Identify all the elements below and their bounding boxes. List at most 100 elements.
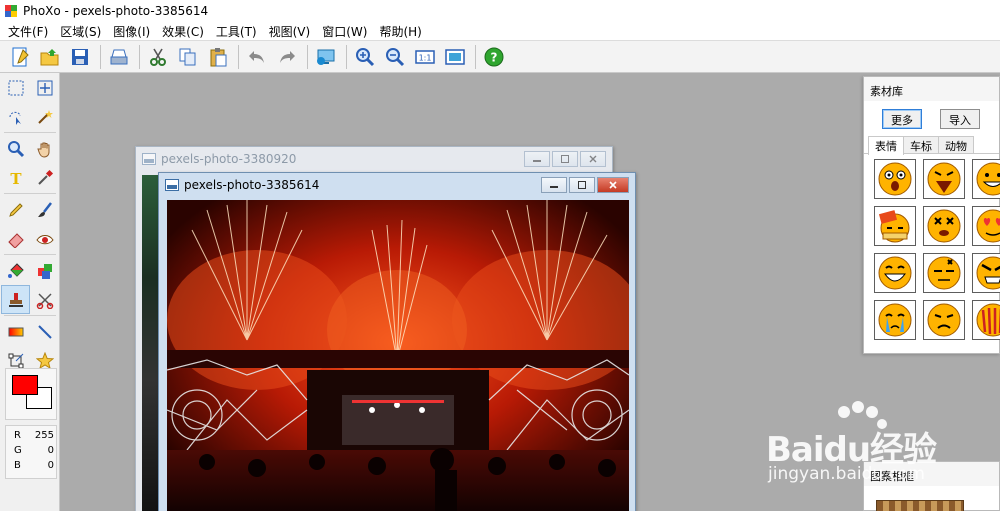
tool-separator <box>4 193 56 194</box>
emoji-item[interactable] <box>923 206 965 246</box>
color-replace-tool[interactable] <box>30 256 59 285</box>
emoji-item[interactable] <box>874 253 916 293</box>
zoom-out-icon <box>386 47 405 66</box>
text-tool-icon: T <box>10 170 22 187</box>
warp-tool[interactable] <box>30 285 59 314</box>
save-button[interactable] <box>66 43 94 71</box>
fill-tool[interactable] <box>1 256 30 285</box>
color-swatches <box>5 368 57 420</box>
emoji-item[interactable] <box>874 159 916 199</box>
line-tool[interactable] <box>30 317 59 346</box>
eraser-icon <box>7 232 24 248</box>
actual-size-button[interactable]: 1:1 <box>411 43 439 71</box>
help-button[interactable]: ? <box>480 43 508 71</box>
undo-icon <box>249 50 264 63</box>
emoji-item[interactable] <box>923 159 965 199</box>
eraser-tool[interactable] <box>1 224 30 253</box>
emoji-item[interactable] <box>972 253 1000 293</box>
close-icon <box>589 155 597 163</box>
foreground-color-swatch[interactable] <box>12 375 38 395</box>
zoom-in-button[interactable] <box>351 43 379 71</box>
frame-thumbnail[interactable] <box>876 500 964 511</box>
document-canvas[interactable] <box>167 200 629 511</box>
tab-emoticons[interactable]: 表情 <box>868 136 904 155</box>
restore-button[interactable] <box>552 151 578 167</box>
toolbar-separator <box>100 44 101 69</box>
menu-window[interactable]: 窗口(W) <box>316 23 373 40</box>
document-window-front[interactable]: pexels-photo-3385614 <box>158 172 636 511</box>
import-button[interactable]: 导入 <box>940 109 980 129</box>
menu-image[interactable]: 图像(I) <box>107 23 156 40</box>
redo-button[interactable] <box>273 43 301 71</box>
stamp-tool[interactable] <box>1 285 30 314</box>
document-window-back-title: pexels-photo-3380920 <box>161 152 297 166</box>
minimize-button[interactable] <box>541 177 567 193</box>
line-icon <box>37 324 52 339</box>
cut-button[interactable] <box>144 43 172 71</box>
pencil-tool[interactable] <box>1 195 30 224</box>
menu-effects[interactable]: 效果(C) <box>156 23 210 40</box>
toolbar-separator <box>307 44 308 69</box>
menu-view[interactable]: 视图(V) <box>263 23 317 40</box>
tool-separator <box>4 254 56 255</box>
text-tool[interactable]: T <box>1 163 30 192</box>
magic-wand-tool[interactable] <box>30 102 59 131</box>
hand-tool[interactable] <box>30 134 59 163</box>
emoji-item[interactable] <box>923 253 965 293</box>
menu-tools[interactable]: 工具(T) <box>210 23 263 40</box>
close-button[interactable] <box>580 151 606 167</box>
minimize-icon <box>550 186 558 188</box>
warp-icon <box>36 292 53 309</box>
undo-button[interactable] <box>243 43 271 71</box>
brush-tool[interactable] <box>30 195 59 224</box>
shocked-face-icon <box>878 162 912 196</box>
rgb-row-r: R 255 <box>14 430 54 441</box>
eyedropper-tool[interactable] <box>30 163 59 192</box>
toolbox-panel: T R 255 G0 B0 <box>0 73 60 511</box>
screen-capture-button[interactable] <box>312 43 340 71</box>
zoom-out-button[interactable] <box>381 43 409 71</box>
gradient-tool[interactable] <box>1 317 30 346</box>
emoji-item[interactable] <box>874 300 916 340</box>
svg-text:?: ? <box>491 50 498 64</box>
paste-button[interactable] <box>204 43 232 71</box>
transform-icon <box>8 353 23 368</box>
minimize-button[interactable] <box>524 151 550 167</box>
emoji-item[interactable] <box>972 159 1000 199</box>
svg-text:T: T <box>10 170 22 187</box>
toolbar-separator <box>475 44 476 69</box>
fit-window-button[interactable] <box>441 43 469 71</box>
new-button[interactable] <box>6 43 34 71</box>
restore-button[interactable] <box>569 177 595 193</box>
menu-file[interactable]: 文件(F) <box>2 23 54 40</box>
more-button[interactable]: 更多 <box>882 109 922 129</box>
copy-icon <box>179 48 196 65</box>
red-eye-tool[interactable] <box>30 224 59 253</box>
close-button[interactable] <box>597 177 629 193</box>
tab-car-logos[interactable]: 车标 <box>903 136 939 153</box>
copy-button[interactable] <box>174 43 202 71</box>
menu-help[interactable]: 帮助(H) <box>373 23 427 40</box>
fireworks-photo <box>167 200 629 511</box>
menu-region[interactable]: 区域(S) <box>54 23 107 40</box>
rect-select-tool[interactable] <box>1 73 30 102</box>
zoom-tool-icon <box>7 140 24 157</box>
emoji-item[interactable] <box>972 300 1000 340</box>
emoji-item[interactable] <box>923 300 965 340</box>
emoji-item[interactable] <box>972 206 1000 246</box>
open-button[interactable] <box>36 43 64 71</box>
zoom-tool[interactable] <box>1 134 30 163</box>
tool-separator <box>4 315 56 316</box>
title-bar: PhoXo - pexels-photo-3385614 <box>0 0 1000 22</box>
window-title: PhoXo - pexels-photo-3385614 <box>23 4 209 18</box>
paw-logo-icon <box>838 401 887 429</box>
move-tool[interactable] <box>30 73 59 102</box>
lasso-select-tool[interactable] <box>1 102 30 131</box>
magic-wand-icon <box>37 109 53 124</box>
tab-animals[interactable]: 动物 <box>938 136 974 153</box>
rgb-row-g: G0 <box>14 445 54 456</box>
heart-eyes-face-icon <box>976 209 1000 243</box>
restore-icon <box>561 155 569 163</box>
emoji-item[interactable] <box>874 206 916 246</box>
scan-button[interactable] <box>105 43 133 71</box>
